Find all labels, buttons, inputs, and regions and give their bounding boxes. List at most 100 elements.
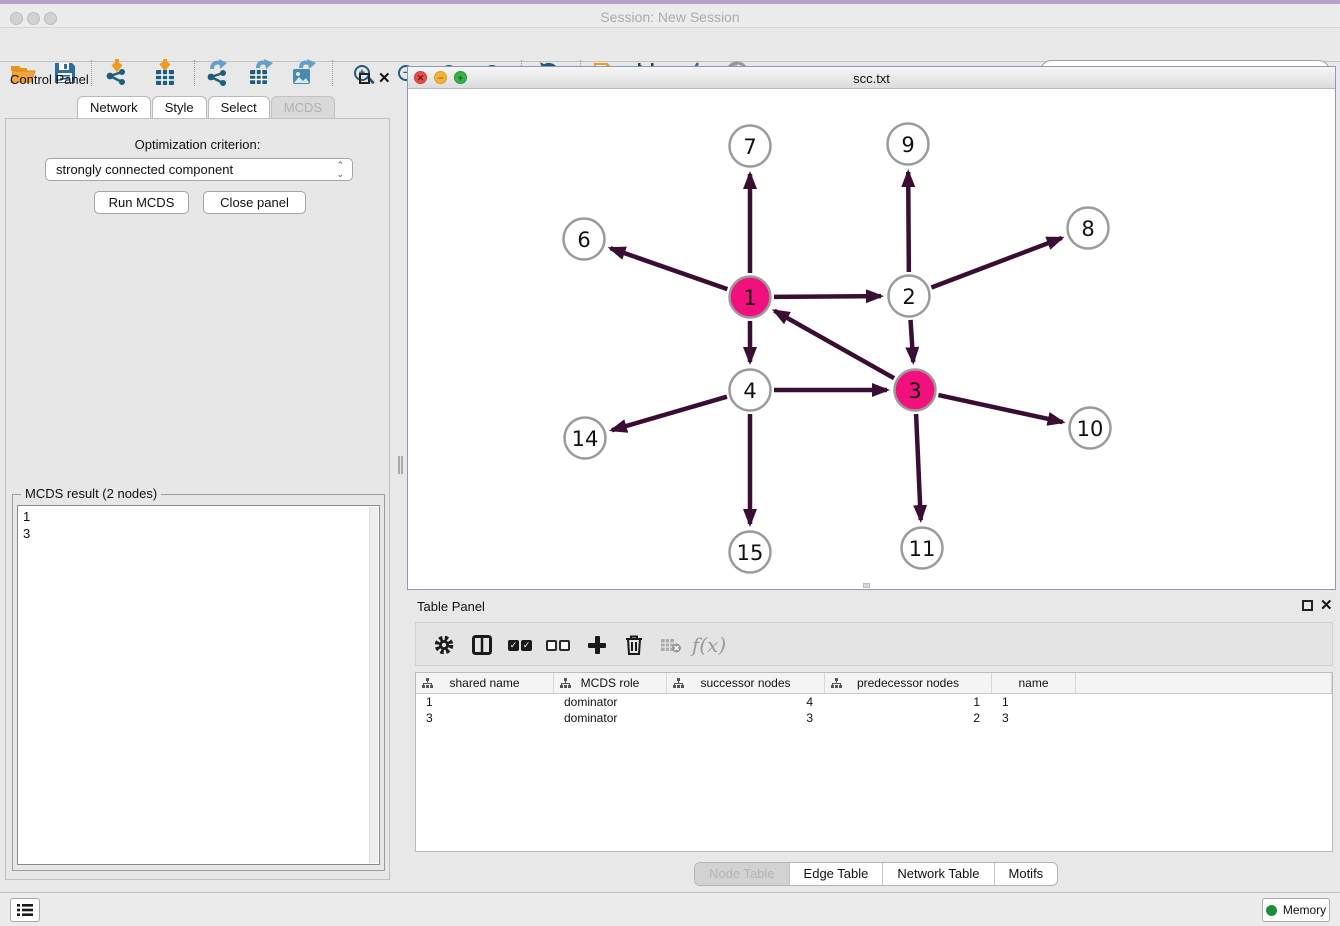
application-window: Session: New Session + − ▢ ✓ bbox=[0, 0, 1340, 926]
graph-node-label: 7 bbox=[743, 135, 756, 159]
table-cell: 3 bbox=[992, 710, 1076, 726]
graph-node-label: 10 bbox=[1077, 417, 1104, 441]
hierarchy-icon bbox=[831, 678, 842, 692]
function-builder-icon: f(x) bbox=[691, 623, 727, 667]
graph-edge-2-8[interactable] bbox=[931, 238, 1061, 288]
column-header-name[interactable]: name bbox=[992, 673, 1076, 693]
close-panel-icon[interactable]: ✕ bbox=[378, 73, 391, 84]
table-settings-gear-icon[interactable] bbox=[426, 623, 462, 667]
graph-node-label: 6 bbox=[577, 228, 590, 252]
tab-style[interactable]: Style bbox=[152, 96, 207, 119]
tab-network[interactable]: Network bbox=[77, 96, 151, 119]
close-table-panel-icon[interactable]: ✕ bbox=[1320, 600, 1333, 611]
tab-select[interactable]: Select bbox=[208, 96, 270, 119]
network-window-title: scc.txt bbox=[408, 71, 1335, 86]
column-header-label: shared name bbox=[449, 676, 519, 690]
column-header-predecessor-nodes[interactable]: predecessor nodes bbox=[825, 673, 992, 693]
hierarchy-icon bbox=[422, 678, 433, 692]
float-table-panel-icon[interactable] bbox=[1302, 600, 1313, 611]
column-header-shared-name[interactable]: shared name bbox=[416, 673, 554, 693]
table-toolbar: ✓✓ f(x) bbox=[415, 622, 1333, 666]
select-all-icon[interactable]: ✓✓ bbox=[502, 623, 538, 667]
graph-edge-2-3[interactable] bbox=[911, 320, 914, 362]
column-header-mcds-role[interactable]: MCDS role bbox=[554, 673, 667, 693]
table-cell: 4 bbox=[667, 694, 825, 710]
column-header-successor-nodes[interactable]: successor nodes bbox=[667, 673, 825, 693]
graph-edge-3-10[interactable] bbox=[938, 395, 1062, 422]
delete-table-icon bbox=[653, 623, 689, 667]
table-tabs: Node TableEdge TableNetwork TableMotifs bbox=[694, 862, 1058, 886]
tab-edge-table[interactable]: Edge Table bbox=[790, 863, 884, 885]
graph-node-label: 8 bbox=[1081, 217, 1094, 241]
panel-divider-handle[interactable] bbox=[398, 456, 403, 474]
graph-edge-3-11[interactable] bbox=[916, 414, 921, 520]
graph-node-label: 14 bbox=[572, 427, 599, 451]
node-table: shared name MCDS role successor nodes prede… bbox=[415, 672, 1333, 852]
graph-node-label: 1 bbox=[743, 286, 756, 310]
run-mcds-button[interactable]: Run MCDS bbox=[94, 191, 189, 214]
table-cell: dominator bbox=[554, 694, 667, 710]
table-cell: dominator bbox=[554, 710, 667, 726]
deselect-all-icon[interactable] bbox=[540, 623, 576, 667]
memory-status-icon bbox=[1266, 905, 1277, 916]
close-panel-button[interactable]: Close panel bbox=[203, 191, 306, 214]
show-columns-icon[interactable] bbox=[464, 623, 500, 667]
graph-edge-4-14[interactable] bbox=[612, 397, 727, 430]
graph-node-label: 2 bbox=[902, 285, 915, 309]
table-header-row: shared name MCDS role successor nodes prede… bbox=[416, 673, 1332, 694]
unchecked-box-icon bbox=[546, 640, 557, 651]
checked-box-icon: ✓ bbox=[508, 640, 519, 651]
table-panel-title: Table Panel bbox=[417, 599, 485, 614]
table-cell: 1 bbox=[416, 694, 554, 710]
network-window-titlebar[interactable]: ✕ − + scc.txt bbox=[408, 67, 1335, 89]
tab-mcds[interactable]: MCDS bbox=[271, 96, 335, 119]
graph-node-label: 11 bbox=[909, 537, 936, 561]
control-panel-header: Control Panel ✕ bbox=[0, 66, 395, 92]
criterion-dropdown[interactable]: strongly connected component ⌃⌄ bbox=[45, 158, 353, 181]
delete-row-trash-icon[interactable] bbox=[616, 623, 652, 667]
table-cell: 2 bbox=[825, 710, 992, 726]
hierarchy-icon bbox=[673, 678, 684, 692]
criterion-value: strongly connected component bbox=[56, 162, 233, 177]
task-history-button[interactable] bbox=[10, 898, 40, 922]
table-cell: 1 bbox=[992, 694, 1076, 710]
unchecked-box-icon bbox=[559, 640, 570, 651]
status-bar: Memory bbox=[0, 892, 1340, 926]
checked-box-icon: ✓ bbox=[521, 640, 532, 651]
control-panel-tabs: NetworkStyleSelectMCDS bbox=[77, 96, 336, 119]
fx-label: f(x) bbox=[692, 633, 726, 657]
mcds-result-textarea[interactable]: 13 bbox=[17, 505, 380, 865]
column-header-label: predecessor nodes bbox=[857, 676, 959, 690]
graph-node-label: 4 bbox=[743, 379, 756, 403]
column-header-label: MCDS role bbox=[581, 676, 640, 690]
graph-node-label: 15 bbox=[737, 541, 764, 565]
main-toolbar: + − ▢ ✓ bbox=[0, 28, 1340, 62]
tab-motifs[interactable]: Motifs bbox=[995, 863, 1058, 885]
window-titlebar[interactable]: Session: New Session bbox=[0, 4, 1340, 28]
mcds-result-title: MCDS result (2 nodes) bbox=[21, 486, 161, 501]
network-canvas[interactable]: 7 9 6 8 1 2 4 3 14 10 15 11 bbox=[408, 89, 1333, 588]
result-line: 1 bbox=[18, 508, 379, 525]
result-scrollbar[interactable] bbox=[369, 507, 378, 863]
column-header-label: successor nodes bbox=[700, 676, 790, 690]
memory-label: Memory bbox=[1283, 903, 1326, 917]
control-panel-title: Control Panel bbox=[10, 72, 89, 87]
table-row[interactable]: 1dominator411 bbox=[416, 694, 1332, 710]
window-resize-grip[interactable] bbox=[863, 583, 870, 588]
mcds-result-groupbox: MCDS result (2 nodes) 13 bbox=[12, 494, 385, 871]
graph-edge-1-2[interactable] bbox=[774, 296, 881, 297]
memory-button[interactable]: Memory bbox=[1262, 898, 1330, 922]
table-panel: Table Panel ✕ ✓✓ f(x) bbox=[407, 590, 1340, 892]
graph-edge-2-9[interactable] bbox=[908, 172, 909, 272]
graph-node-label: 9 bbox=[901, 133, 914, 157]
table-cell: 1 bbox=[825, 694, 992, 710]
graph-edge-1-6[interactable] bbox=[610, 248, 727, 289]
tab-network-table[interactable]: Network Table bbox=[883, 863, 994, 885]
tab-node-table[interactable]: Node Table bbox=[695, 863, 790, 885]
graph-edge-3-1[interactable] bbox=[774, 311, 894, 378]
float-panel-icon[interactable] bbox=[359, 73, 370, 84]
optimization-criterion-label: Optimization criterion: bbox=[0, 137, 395, 152]
add-row-icon[interactable] bbox=[579, 623, 615, 667]
graph-node-label: 3 bbox=[908, 379, 921, 403]
table-row[interactable]: 3dominator323 bbox=[416, 710, 1332, 726]
